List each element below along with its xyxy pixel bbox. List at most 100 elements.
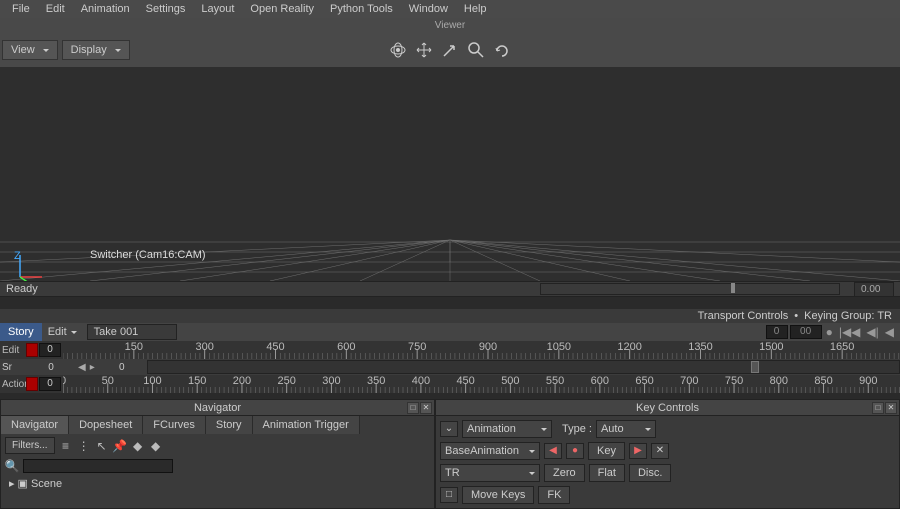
menu-settings[interactable]: Settings (138, 1, 194, 17)
play-back-icon[interactable]: ◀ (883, 325, 896, 339)
svg-text:850: 850 (814, 375, 832, 387)
action-ruler[interactable]: 0501001502002503003504004505005506006507… (63, 375, 900, 393)
zoom-icon[interactable] (467, 41, 485, 59)
type-dropdown[interactable]: Auto (596, 420, 656, 438)
key-button[interactable]: Key (588, 442, 625, 460)
svg-text:400: 400 (412, 375, 430, 387)
view-dropdown[interactable]: View (2, 40, 58, 60)
goto-start-icon[interactable]: |◀◀ (837, 325, 863, 339)
orbit-icon[interactable] (389, 41, 407, 59)
menu-help[interactable]: Help (456, 1, 495, 17)
svg-text:600: 600 (337, 341, 355, 353)
flat-button[interactable]: Flat (589, 464, 625, 482)
svg-text:1500: 1500 (759, 341, 783, 353)
viewport-3d[interactable]: Z Switcher (Cam16:CAM) (0, 67, 900, 281)
undo-view-icon[interactable] (493, 41, 511, 59)
take-field[interactable]: Take 001 (87, 324, 177, 340)
menu-file[interactable]: File (4, 1, 38, 17)
step-back-icon[interactable]: ◀| (864, 325, 880, 339)
tr-dropdown[interactable]: TR (440, 464, 540, 482)
options-icon[interactable]: ⋮ (77, 439, 91, 453)
transport-sep: • (794, 310, 798, 322)
fk-button[interactable]: FK (538, 486, 570, 504)
layer-dropdown[interactable]: BaseAnimation (440, 442, 540, 460)
svg-text:1050: 1050 (547, 341, 571, 353)
menu-open-reality[interactable]: Open Reality (242, 1, 322, 17)
svg-text:1650: 1650 (830, 341, 854, 353)
svg-text:50: 50 (102, 375, 114, 387)
display-dropdown[interactable]: Display (62, 40, 130, 60)
navigator-tabs: Navigator Dopesheet FCurves Story Animat… (1, 416, 434, 434)
prev-key-icon[interactable]: ◀ (76, 362, 88, 373)
set-key-indicator[interactable]: ● (566, 443, 584, 459)
disc-button[interactable]: Disc. (629, 464, 671, 482)
move-keys-button[interactable]: Move Keys (462, 486, 534, 504)
svg-text:500: 500 (501, 375, 519, 387)
checkbox-move[interactable]: □ (440, 487, 458, 503)
story-edit-dropdown[interactable]: Edit (42, 324, 83, 340)
key-marker-icon[interactable]: ▸ (88, 362, 97, 373)
svg-text:650: 650 (635, 375, 653, 387)
record-icon[interactable]: ● (824, 325, 835, 339)
animation-dropdown[interactable]: Animation (462, 420, 552, 438)
scrub-track[interactable] (147, 360, 900, 374)
search-input[interactable] (23, 459, 173, 473)
bottom-panels: Navigator □✕ Navigator Dopesheet FCurves… (0, 399, 900, 509)
pin-icon[interactable]: 📌 (113, 439, 127, 453)
svg-text:900: 900 (479, 341, 497, 353)
navigator-panel: Navigator □✕ Navigator Dopesheet FCurves… (0, 399, 435, 509)
tab-story[interactable]: Story (206, 416, 253, 434)
list-view-icon[interactable]: ≡ (59, 439, 73, 453)
next-key-button[interactable]: ▶ (629, 443, 647, 459)
menu-bar: File Edit Animation Settings Layout Open… (0, 0, 900, 18)
cursor-icon[interactable]: ↖ (95, 439, 109, 453)
nav-fwd-icon[interactable]: ◆ (149, 439, 163, 453)
tab-fcurves[interactable]: FCurves (143, 416, 206, 434)
tab-animation-trigger[interactable]: Animation Trigger (253, 416, 360, 434)
edit-zero-box[interactable]: 0 (39, 343, 61, 357)
tab-navigator[interactable]: Navigator (1, 416, 69, 434)
scene-tree-root[interactable]: ▸ ▣ Scene (1, 475, 434, 492)
menu-edit[interactable]: Edit (38, 1, 73, 17)
dark-spacer (0, 297, 900, 309)
scrub-handle[interactable] (751, 361, 759, 373)
kc-maximize-icon[interactable]: □ (872, 402, 884, 414)
navigator-maximize-icon[interactable]: □ (407, 402, 419, 414)
navigator-close-icon[interactable]: ✕ (420, 402, 432, 414)
menu-window[interactable]: Window (401, 1, 456, 17)
delete-key-button[interactable]: ✕ (651, 443, 669, 459)
nav-back-icon[interactable]: ◆ (131, 439, 145, 453)
kc-collapse-icon[interactable]: ⌄ (440, 421, 458, 437)
dolly-icon[interactable] (441, 41, 459, 59)
svg-text:600: 600 (591, 375, 609, 387)
menu-layout[interactable]: Layout (193, 1, 242, 17)
scene-label: Scene (31, 478, 62, 490)
expand-icon[interactable]: ▸ (9, 477, 15, 490)
action-zero-box[interactable]: 0 (39, 377, 61, 391)
filters-button[interactable]: Filters... (5, 437, 55, 454)
tc-frame-1[interactable]: 00 (790, 325, 822, 339)
scrub-row: Sr 0 ◀ ▸ 0 (0, 359, 900, 375)
tab-dopesheet[interactable]: Dopesheet (69, 416, 143, 434)
story-tab[interactable]: Story (0, 323, 42, 341)
kc-close-icon[interactable]: ✕ (885, 402, 897, 414)
prev-key-button[interactable]: ◀ (544, 443, 562, 459)
menu-python-tools[interactable]: Python Tools (322, 1, 401, 17)
svg-text:150: 150 (125, 341, 143, 353)
status-slider[interactable] (540, 283, 840, 295)
tc-frame-0[interactable]: 0 (766, 325, 788, 339)
type-label: Type : (562, 423, 592, 435)
scrub-left-val: 0 (26, 362, 76, 373)
viewer-section-label: Viewer (0, 18, 900, 33)
edit-ruler[interactable]: 1503004506007509001050120013501500165018… (63, 341, 900, 359)
action-ruler-row: Action 0 0501001502002503003504004505005… (0, 375, 900, 393)
pan-icon[interactable] (415, 41, 433, 59)
edit-start-marker[interactable] (26, 343, 38, 357)
menu-animation[interactable]: Animation (73, 1, 138, 17)
svg-text:300: 300 (322, 375, 340, 387)
search-icon: 🔍 (5, 459, 19, 473)
zero-button[interactable]: Zero (544, 464, 585, 482)
scrub-right-val: 0 (97, 362, 147, 373)
action-start-marker[interactable] (26, 377, 38, 391)
svg-text:300: 300 (195, 341, 213, 353)
